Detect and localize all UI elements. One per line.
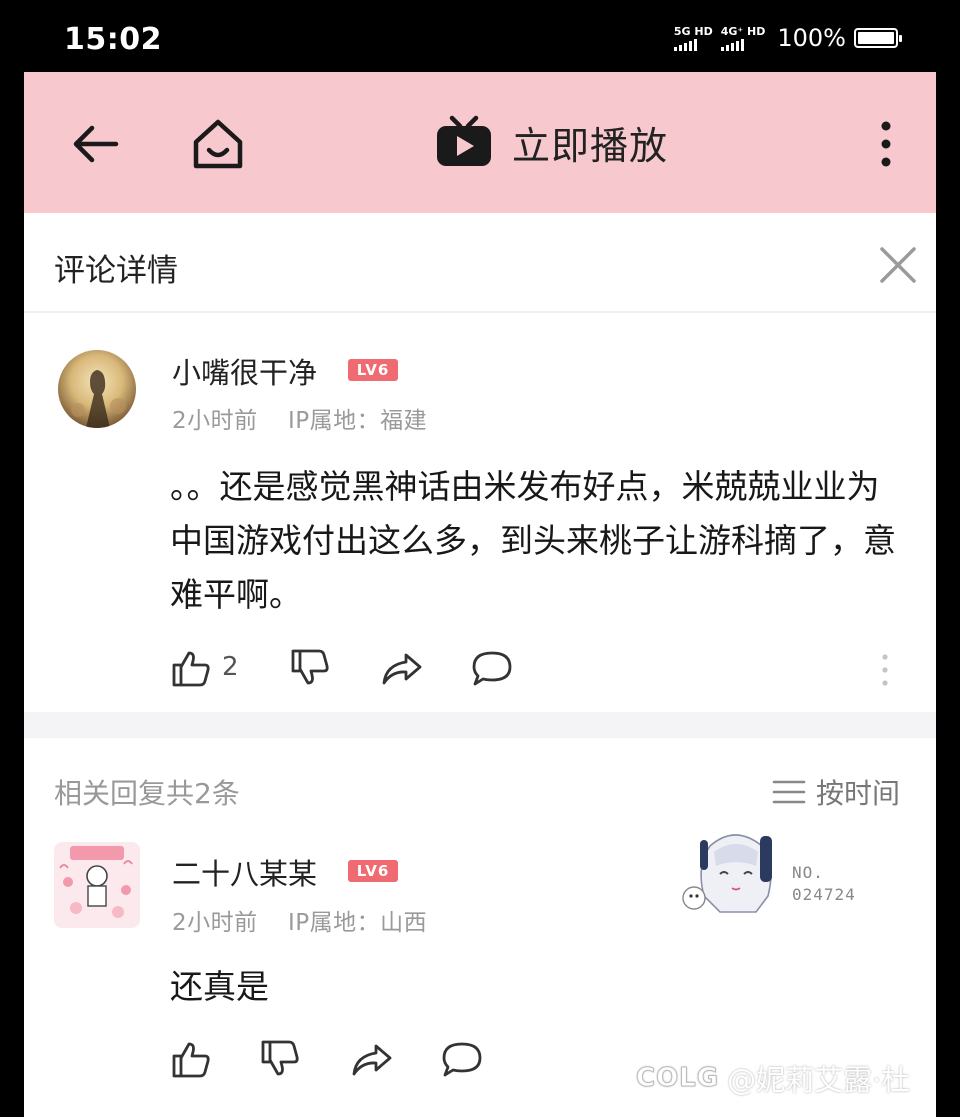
username[interactable]: 二十八某某: [172, 851, 317, 893]
comment-more-button[interactable]: [880, 652, 890, 688]
comment-time: 2小时前: [172, 408, 258, 434]
share-icon: [382, 653, 422, 685]
sort-by-time-button[interactable]: 按时间: [772, 772, 900, 812]
status-time: 15:02: [64, 22, 162, 57]
play-now-label: 立即播放: [512, 123, 669, 168]
home-icon: [193, 119, 243, 169]
reply-count-label: 相关回复共2条: [54, 777, 240, 810]
level-badge: LV6: [348, 359, 398, 381]
close-icon: [880, 247, 916, 283]
ip-location: IP属地：山西: [288, 910, 428, 936]
comment-bubble-icon: [442, 1042, 482, 1077]
play-now-button[interactable]: 立即播放: [434, 112, 668, 172]
avatar[interactable]: [54, 842, 140, 928]
share-icon: [352, 1044, 392, 1076]
avatar[interactable]: [58, 350, 136, 428]
avatar-image: [54, 842, 140, 928]
status-indicators: 5G HD 4G⁺ HD 100%: [673, 24, 902, 52]
home-button[interactable]: [188, 114, 248, 174]
anime-girl-pendant-icon: [682, 834, 772, 913]
watermark-text: @妮莉艾露·杜: [727, 1063, 911, 1097]
pendant-no-value: 024724: [792, 885, 856, 904]
section-divider: [24, 712, 936, 738]
top-nav-bar: 立即播放: [24, 72, 936, 213]
network-label-2: 4G⁺ HD: [720, 24, 766, 38]
watermark-logo: COLG: [635, 1063, 720, 1094]
signal-5g: 5G HD: [673, 24, 713, 51]
status-bar: 15:02 5G HD 4G⁺ HD 100%: [0, 0, 960, 72]
like-button[interactable]: [170, 1038, 212, 1080]
ip-location: IP属地：福建: [288, 408, 428, 434]
thumbs-up-icon: [172, 651, 210, 687]
level-badge: LV6: [348, 860, 398, 882]
comment-bubble-icon: [472, 651, 512, 686]
comment-detail-header: 评论详情: [24, 213, 936, 313]
dislike-button[interactable]: [259, 1038, 301, 1080]
pendant-no-label: NO.: [792, 863, 824, 882]
watermark: COLG @妮莉艾露·杜: [635, 1056, 911, 1100]
reply-button[interactable]: [440, 1040, 484, 1080]
share-button[interactable]: [350, 1040, 394, 1080]
sort-label: 按时间: [816, 777, 901, 810]
back-button[interactable]: [68, 120, 124, 168]
more-vertical-icon: [881, 121, 891, 167]
pendant-number: NO. 024724: [792, 862, 856, 906]
network-label-1: 5G HD: [673, 24, 713, 38]
thumbs-up-icon: [172, 1042, 210, 1078]
share-button[interactable]: [380, 649, 424, 689]
app-screen: 立即播放 评论详情 小嘴很干净 LV6 2小时前 IP属地：福建 。。还是感觉黑…: [24, 72, 936, 1117]
sort-lines-icon: [772, 780, 806, 804]
more-options-button[interactable]: [872, 118, 900, 170]
tv-play-icon: [437, 115, 491, 166]
like-button[interactable]: [170, 647, 212, 689]
comment-content: 还真是: [170, 967, 269, 1006]
comment-time: 2小时前: [172, 910, 258, 936]
signal-4g: 4G⁺ HD: [720, 24, 766, 51]
username[interactable]: 小嘴很干净: [172, 350, 317, 392]
more-vertical-icon: [882, 654, 888, 686]
page-title: 评论详情: [54, 253, 178, 289]
like-count: 2: [222, 652, 239, 682]
signal-bars-icon: [720, 38, 744, 51]
thumbs-down-icon: [291, 649, 329, 685]
battery-icon: [854, 28, 902, 48]
close-button[interactable]: [876, 243, 920, 287]
back-arrow-icon: [73, 125, 119, 163]
thumbs-down-icon: [261, 1040, 299, 1076]
dislike-button[interactable]: [289, 647, 331, 689]
avatar-image: [58, 350, 136, 428]
comment-content: 。。还是感觉黑神话由米发布好点，米兢兢业业为中国游戏付出这么多，到头来桃子让游科…: [170, 467, 896, 614]
battery-percent: 100%: [777, 24, 846, 52]
reply-button[interactable]: [470, 649, 514, 689]
signal-bars-icon: [673, 38, 697, 51]
